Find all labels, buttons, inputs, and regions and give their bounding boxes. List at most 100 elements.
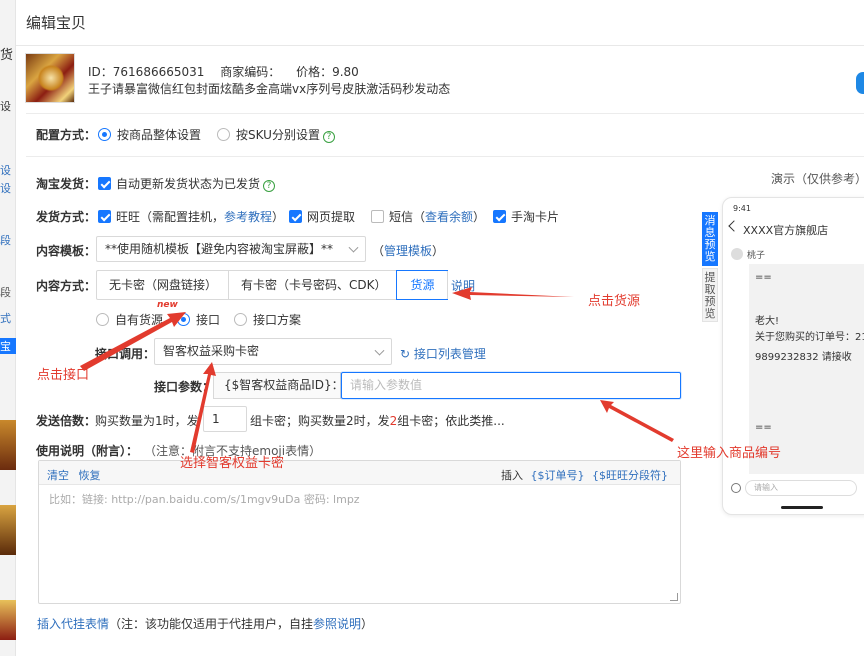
tab-no-card[interactable]: 无卡密（网盘链接） — [97, 271, 229, 299]
check-balance-link[interactable]: 查看余额 — [425, 210, 473, 224]
multiple-text: 组卡密；购买数量2时，发2组卡密；依此类推... — [250, 414, 505, 428]
usage-label: 使用说明（附言）： — [36, 444, 139, 458]
product-id: ID：761686665031 — [88, 65, 205, 79]
radio-icon[interactable] — [96, 313, 109, 326]
bg-fragment: 设 — [0, 100, 11, 113]
tab-with-card[interactable]: 有卡密（卡号密码、CDK） — [229, 271, 397, 299]
product-price: 价格：9.80 — [296, 65, 359, 79]
message-line: == — [755, 422, 772, 433]
multiple-text-a: 购买数量为1时，发 — [95, 414, 199, 428]
bg-thumbnail — [0, 600, 16, 640]
api-param-label: 接口参数： — [154, 380, 215, 394]
demo-label: 演示（仅供参考） — [771, 172, 864, 186]
usage-textarea[interactable]: 清空 恢复 插入 {$订单号} {$旺旺分段符} 比如：链接: http://p… — [38, 460, 681, 604]
textarea-placeholder: 比如：链接: http://pan.baidu.com/s/1mgv9uDa 密… — [49, 493, 360, 506]
radio-icon[interactable] — [217, 128, 230, 141]
phone-time: 9:41 — [733, 204, 751, 213]
modal-title: 编辑宝贝 — [26, 14, 87, 32]
api-param-input[interactable]: 请输入参数值 — [341, 372, 681, 399]
checkbox-icon[interactable] — [371, 210, 384, 223]
api-list-manage[interactable]: ↻ 接口列表管理 — [400, 345, 486, 362]
chevron-down-icon — [374, 345, 385, 356]
clear-button[interactable]: 清空 — [47, 469, 69, 482]
radio-icon[interactable] — [98, 128, 111, 141]
annotation-choose-api: 选择智客权益卡密 — [180, 456, 285, 471]
bg-fragment: 宝 — [0, 338, 16, 354]
explain-link[interactable]: 说明 — [451, 277, 475, 294]
bg-fragment: 段 — [0, 286, 11, 299]
source-option-api[interactable]: 接口 — [177, 311, 220, 328]
bg-fragment: 设 — [0, 182, 11, 195]
radio-icon[interactable] — [234, 313, 247, 326]
checkbox-icon[interactable] — [98, 177, 111, 190]
tutorial-link[interactable]: 参考教程 — [224, 210, 272, 224]
api-call-select[interactable]: 智客权益采购卡密 — [154, 338, 392, 365]
phone-user-name: 桃子 — [747, 251, 766, 261]
tab-extract-preview[interactable]: 提取预览 — [702, 268, 718, 322]
divider — [26, 113, 864, 114]
home-indicator — [781, 506, 823, 509]
config-option-whole[interactable]: 按商品整体设置 — [98, 126, 201, 143]
product-meta: ID：761686665031 商家编码： 价格：9.80 — [88, 63, 371, 80]
reference-link[interactable]: 参照说明 — [313, 617, 361, 631]
config-option-sku[interactable]: 按SKU分别设置? — [217, 126, 335, 143]
modal-header: 编辑宝贝 — [16, 0, 864, 46]
source-option-own[interactable]: 自有货源 — [96, 311, 163, 328]
chevron-down-icon — [348, 242, 359, 253]
bg-fragment: 段 — [0, 234, 11, 247]
ship-wangwang-checkbox[interactable]: 旺旺（需配置挂机，参考教程） — [98, 208, 284, 225]
insert-emoji-link[interactable]: 插入代挂表情 — [37, 617, 109, 631]
radio-icon[interactable] — [177, 313, 190, 326]
checkbox-icon[interactable] — [98, 210, 111, 223]
back-icon — [728, 220, 740, 232]
edit-product-modal: 编辑宝贝 ID：761686665031 商家编码： 价格：9.80 王子请暴富… — [16, 0, 864, 656]
message-line: 老大! — [755, 316, 780, 327]
api-param-addon: {$智客权益商品ID}： — [213, 372, 344, 399]
multiple-input[interactable]: 1 — [203, 406, 247, 432]
insert-separator-button[interactable]: {$旺旺分段符} — [592, 469, 668, 482]
auto-update-checkbox[interactable]: 自动更新发货状态为已发货? — [98, 175, 276, 192]
checkbox-icon[interactable] — [289, 210, 302, 223]
insert-order-button[interactable]: {$订单号} — [531, 469, 585, 482]
content-template-label: 内容模板： — [36, 244, 97, 258]
divider — [26, 156, 864, 157]
message-line: == — [755, 272, 772, 283]
source-option-api-plan[interactable]: 接口方案 — [234, 311, 301, 328]
send-multiple-label: 发送倍数： — [36, 414, 97, 428]
voice-icon — [731, 483, 741, 493]
message-line: 9899232832 请接收 — [755, 352, 852, 363]
help-icon[interactable]: ? — [263, 180, 276, 192]
ship-method-label: 发货方式： — [36, 210, 97, 224]
new-badge: new — [157, 300, 178, 310]
side-toggle[interactable] — [856, 72, 864, 94]
ship-shoutao-checkbox[interactable]: 手淘卡片 — [493, 208, 559, 225]
restore-button[interactable]: 恢复 — [79, 469, 101, 482]
refresh-icon[interactable]: ↻ — [400, 347, 410, 361]
annotation-enter-id: 这里输入商品编号 — [677, 446, 782, 461]
toolbar-left: 清空 恢复 — [47, 467, 101, 483]
manage-template: （管理模板） — [372, 244, 445, 258]
tab-message-preview[interactable]: 消息预览 — [702, 212, 718, 266]
bg-thumbnail — [0, 420, 16, 470]
taobao-ship-label: 淘宝发货： — [36, 177, 97, 191]
toolbar-right: 插入 {$订单号} {$旺旺分段符} — [501, 469, 668, 482]
manage-template-link[interactable]: 管理模板 — [384, 244, 432, 258]
content-method-label: 内容方式： — [36, 279, 97, 293]
phone-shop-name: XXXX官方旗舰店 — [743, 224, 829, 237]
api-call-label: 接口调用： — [95, 347, 156, 361]
tab-source[interactable]: 货源 — [396, 270, 448, 300]
ship-web-checkbox[interactable]: 网页提取 — [289, 208, 355, 225]
product-title: 王子请暴富微信红包封面炫酷多金高端vx序列号皮肤激活码秒发动态 — [88, 82, 451, 96]
content-method-tabs: 无卡密（网盘链接） 有卡密（卡号密码、CDK） 货源 — [96, 270, 448, 300]
ship-sms-checkbox[interactable]: 短信（查看余额） — [371, 208, 485, 225]
product-code: 商家编码： — [220, 65, 281, 79]
message-line: 关于您购买的订单号：21... — [755, 332, 864, 343]
footer-note: 插入代挂表情（注：该功能仅适用于代挂用户，自挂参照说明） — [37, 617, 374, 631]
help-icon[interactable]: ? — [322, 131, 335, 143]
resize-handle-icon[interactable] — [670, 593, 678, 601]
checkbox-icon[interactable] — [493, 210, 506, 223]
product-thumbnail — [25, 53, 75, 103]
content-template-select[interactable]: **使用随机模板【避免内容被淘宝屏蔽】** — [96, 236, 366, 262]
config-label: 配置方式： — [36, 128, 97, 142]
bg-fragment: 设 — [0, 164, 11, 177]
